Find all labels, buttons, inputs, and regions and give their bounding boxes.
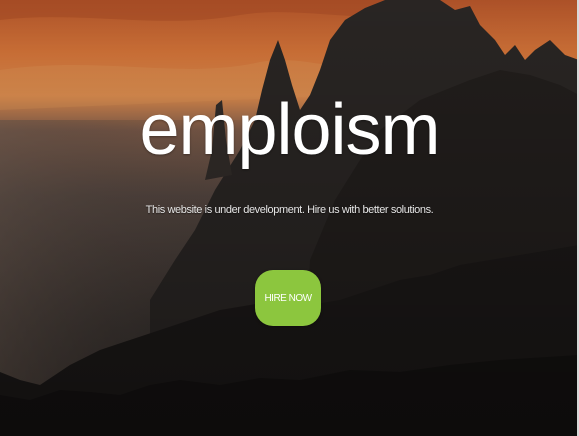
- brand-title: emploism: [139, 90, 440, 170]
- hero-section: emploism This website is under developme…: [0, 0, 579, 436]
- hire-now-button[interactable]: HIRE NOW: [255, 270, 321, 326]
- hero-tagline: This website is under development. Hire …: [145, 204, 434, 216]
- hero-content: emploism This website is under developme…: [0, 0, 579, 436]
